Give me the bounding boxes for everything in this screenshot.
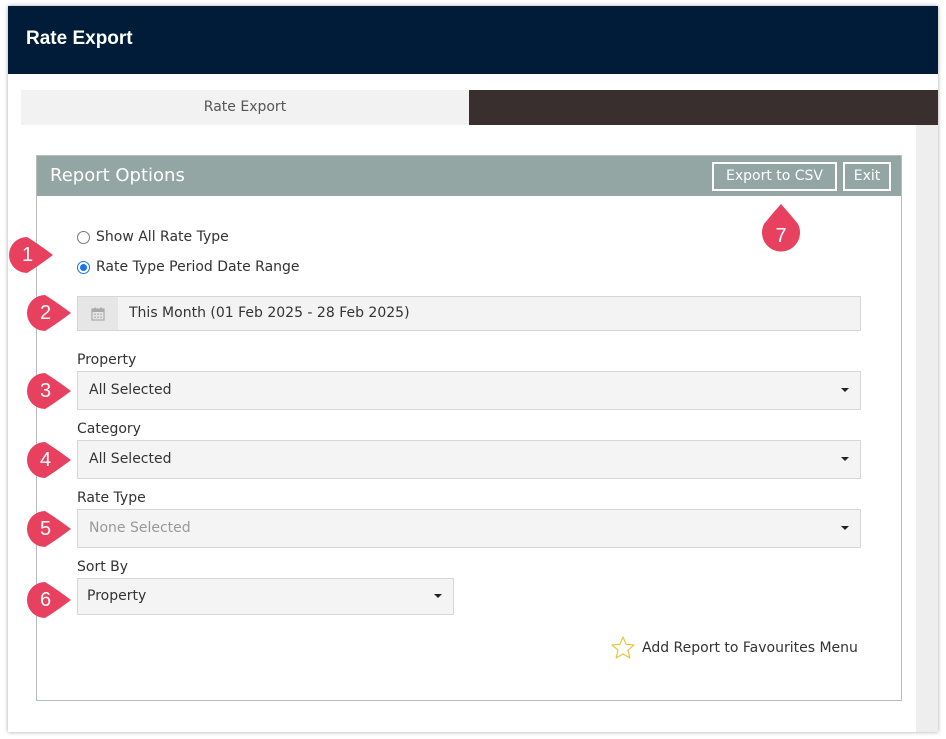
- property-label: Property: [77, 352, 137, 368]
- category-label: Category: [77, 421, 141, 437]
- annotation-marker-1: 1: [9, 237, 59, 273]
- radio-label: Show All Rate Type: [96, 229, 229, 245]
- calendar-icon[interactable]: [78, 297, 118, 330]
- radio-show-all-rate-type[interactable]: Show All Rate Type: [77, 227, 229, 247]
- category-select[interactable]: All Selected: [77, 440, 861, 479]
- export-to-csv-button[interactable]: Export to CSV: [712, 162, 837, 191]
- annotation-marker-6: 6: [27, 582, 77, 618]
- chevron-down-icon: [841, 388, 849, 392]
- scrollbar-track[interactable]: [916, 125, 938, 732]
- panel-header: Report Options Export to CSV Exit: [37, 156, 901, 196]
- property-select[interactable]: All Selected: [77, 371, 861, 410]
- radio-label: Rate Type Period Date Range: [96, 259, 300, 275]
- favourites-label: Add Report to Favourites Menu: [642, 640, 858, 656]
- panel-title: Report Options: [50, 165, 185, 186]
- annotation-marker-5: 5: [27, 511, 77, 547]
- exit-button[interactable]: Exit: [843, 162, 891, 191]
- annotation-marker-7: 7: [760, 204, 802, 254]
- radio-button[interactable]: [77, 230, 90, 244]
- date-range-picker[interactable]: This Month (01 Feb 2025 - 28 Feb 2025): [77, 296, 861, 331]
- date-range-value: This Month (01 Feb 2025 - 28 Feb 2025): [129, 305, 410, 321]
- sort-by-select[interactable]: Property: [77, 578, 454, 615]
- chevron-down-icon: [841, 526, 849, 530]
- chevron-down-icon: [841, 457, 849, 461]
- star-icon: [611, 636, 635, 659]
- rate-type-select[interactable]: None Selected: [77, 509, 861, 548]
- sort-by-value: Property: [87, 588, 147, 604]
- annotation-marker-2: 2: [27, 295, 77, 331]
- property-value: All Selected: [89, 382, 172, 398]
- title-bar: Rate Export: [8, 6, 938, 74]
- rate-export-window: Rate Export Rate Export Report Options E…: [8, 6, 938, 732]
- tab-rate-export[interactable]: Rate Export: [21, 90, 469, 125]
- annotation-marker-3: 3: [27, 373, 77, 409]
- rate-type-value: None Selected: [89, 520, 191, 536]
- radio-rate-type-period-date-range[interactable]: Rate Type Period Date Range: [77, 257, 300, 277]
- annotation-marker-4: 4: [27, 442, 77, 478]
- add-to-favourites-link[interactable]: Add Report to Favourites Menu: [610, 635, 858, 661]
- tab-bar: Rate Export: [21, 90, 938, 125]
- radio-button-checked[interactable]: [77, 260, 90, 274]
- window-title: Rate Export: [26, 28, 133, 49]
- rate-type-label: Rate Type: [77, 490, 146, 506]
- category-value: All Selected: [89, 451, 172, 467]
- sort-by-label: Sort By: [77, 559, 129, 575]
- chevron-down-icon: [434, 594, 442, 598]
- tab-bar-filler: [469, 90, 938, 125]
